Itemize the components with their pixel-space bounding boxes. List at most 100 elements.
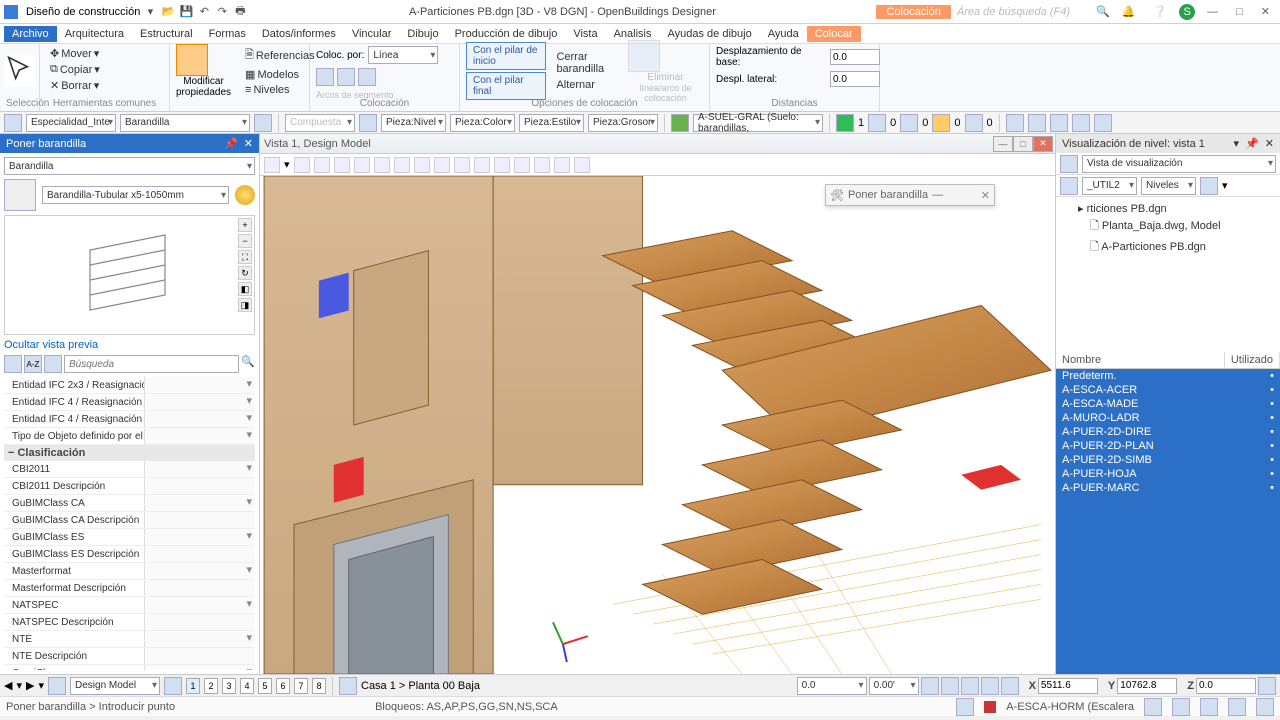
view-tab-8[interactable]: 8 [312,678,326,694]
grid-icon[interactable] [921,677,939,695]
snap-icon[interactable] [941,677,959,695]
view-tab-4[interactable]: 4 [240,678,254,694]
coloc-por-dropdown[interactable]: Línea [368,46,438,64]
level-row[interactable]: A-ESCA-ACER• [1056,383,1280,397]
help-icon[interactable]: ❔ [1147,5,1173,18]
vt-fit-icon[interactable] [314,157,330,173]
snap3-icon[interactable] [981,677,999,695]
vt-t10-icon[interactable] [454,157,470,173]
vp-maximize-icon[interactable]: □ [1013,136,1033,152]
offset-base-input[interactable] [830,49,880,65]
view2-icon[interactable]: ◨ [238,298,252,312]
level-row[interactable]: A-PUER-2D-PLAN• [1056,439,1280,453]
sb-icon7[interactable] [1256,698,1274,716]
qat-open-icon[interactable]: 📂 [160,4,176,20]
qat-save-icon[interactable]: 💾 [178,4,194,20]
bulb-icon[interactable] [235,185,255,205]
tool1-icon[interactable] [1006,114,1024,132]
tree-node[interactable]: 🗋 Planta_Baja.dwg, Model [1064,216,1272,237]
vt-t14-icon[interactable] [534,157,550,173]
viewport-canvas[interactable]: 🛠 Poner barandilla — ✕ [260,176,1055,674]
place-mode2-icon[interactable] [337,68,355,86]
levels-button[interactable]: ≡ Niveles [241,83,319,97]
piece-weight-dropdown[interactable]: Pieza:Grosor [588,114,658,132]
preview-panel[interactable]: + − ⛶ ↻ ◧ ◨ [4,215,255,335]
delete-button[interactable]: ✕ Borrar ▾ [46,78,103,93]
globe-icon[interactable] [932,114,950,132]
az-icon[interactable]: A-Z [24,355,42,373]
active-level-status[interactable]: A-ESCA-HORM (Escalera [1006,701,1134,713]
view-tab-1[interactable]: 1 [186,678,200,694]
rotate-icon[interactable]: ↻ [238,266,252,280]
model-dropdown[interactable]: Design Model [70,677,160,695]
x-input[interactable] [1038,678,1098,694]
alternate-button[interactable]: Alternar [552,78,622,92]
composite-dropdown[interactable]: Compuesta [285,114,355,132]
tool4-icon[interactable] [1072,114,1090,132]
tooltip-close-icon[interactable]: ✕ [981,189,990,202]
vt-t11-icon[interactable] [474,157,490,173]
left-panel-header[interactable]: Poner barandilla 📌✕ [0,134,259,153]
search-icon[interactable]: 🔍 [241,355,255,373]
menu-archivo[interactable]: Archivo [4,26,57,42]
tree-node[interactable]: 🗋 A-Particiones PB.dgn [1064,237,1272,258]
maximize-button[interactable]: □ [1230,6,1249,18]
breadcrumb[interactable]: Casa 1 > Planta 00 Baja [361,680,480,692]
piece-style-dropdown[interactable]: Pieza:Estilo [519,114,584,132]
history-icon[interactable] [48,677,66,695]
active-color-icon[interactable] [984,701,996,713]
prop-search-input[interactable] [64,355,239,373]
rp-close-icon[interactable]: ✕ [1265,137,1274,150]
cat-icon[interactable] [4,355,22,373]
priority-icon[interactable] [965,114,983,132]
rp-dropdown-icon[interactable]: ▾ [1234,137,1240,150]
specialty-dropdown[interactable]: Especialidad_Inte [26,114,116,132]
references-button[interactable]: 🗎 Referencias [241,45,319,66]
col-used[interactable]: Utilizado [1225,352,1280,368]
tool5-icon[interactable] [1094,114,1112,132]
view-tab-6[interactable]: 6 [276,678,290,694]
level-row[interactable]: A-MURO-LADR• [1056,411,1280,425]
vt-t15-icon[interactable] [554,157,570,173]
qat-undo-icon[interactable]: ↶ [196,4,212,20]
piece-color-dropdown[interactable]: Pieza:Color [450,114,515,132]
level-icon[interactable] [671,114,689,132]
move-button[interactable]: ✥ Mover ▾ [46,46,103,61]
nav-fwd-icon[interactable]: ▶ [26,679,34,692]
level-row[interactable]: A-ESCA-MADE• [1056,397,1280,411]
locks-status[interactable]: Bloqueos: AS,AP,PS,GG,SN,NS,SCA [375,701,558,713]
sb-icon4[interactable] [1172,698,1190,716]
snap2-icon[interactable] [961,677,979,695]
offset-side-input[interactable] [830,71,880,87]
level-row[interactable]: A-PUER-HOJA• [1056,467,1280,481]
vp-minimize-icon[interactable]: — [993,136,1013,152]
tool3-icon[interactable] [1050,114,1068,132]
models-button[interactable]: ▦ Modelos [241,67,319,82]
classification-header[interactable]: − Clasificación [4,445,255,461]
menu-ayuda[interactable]: Ayuda [760,26,807,42]
snap4-icon[interactable] [1001,677,1019,695]
active-level-dropdown[interactable]: A-SUEL-GRAL (Suelo: barandillas, [693,114,823,132]
level-table-header[interactable]: Nombre Utilizado [1056,352,1280,369]
view1-icon[interactable]: ◧ [238,282,252,296]
close-rail-button[interactable]: Cerrar barandilla [552,50,622,76]
col-name[interactable]: Nombre [1056,352,1225,368]
vt-t7-icon[interactable] [394,157,410,173]
copy-button[interactable]: ⧉ Copiar ▾ [46,62,104,77]
vt-t16-icon[interactable] [574,157,590,173]
menu-formas[interactable]: Formas [201,26,254,42]
menu-vista[interactable]: Vista [565,26,605,42]
search-icon[interactable]: 🔍 [1096,5,1110,18]
attr-icon1[interactable] [4,114,22,132]
user-avatar[interactable]: S [1179,4,1195,20]
select-tool-icon[interactable] [4,55,36,87]
end-pillar-button[interactable]: Con el pilar final [466,72,546,100]
view-tab-7[interactable]: 7 [294,678,308,694]
hide-preview-link[interactable]: Ocultar vista previa [4,339,255,351]
view-tab-2[interactable]: 2 [204,678,218,694]
rp-pin-icon[interactable]: 📌 [1245,137,1259,150]
tool2-icon[interactable] [1028,114,1046,132]
vt-display-icon[interactable] [264,157,280,173]
tooltip-min-icon[interactable]: — [932,189,943,201]
menu-vincular[interactable]: Vincular [344,26,400,42]
